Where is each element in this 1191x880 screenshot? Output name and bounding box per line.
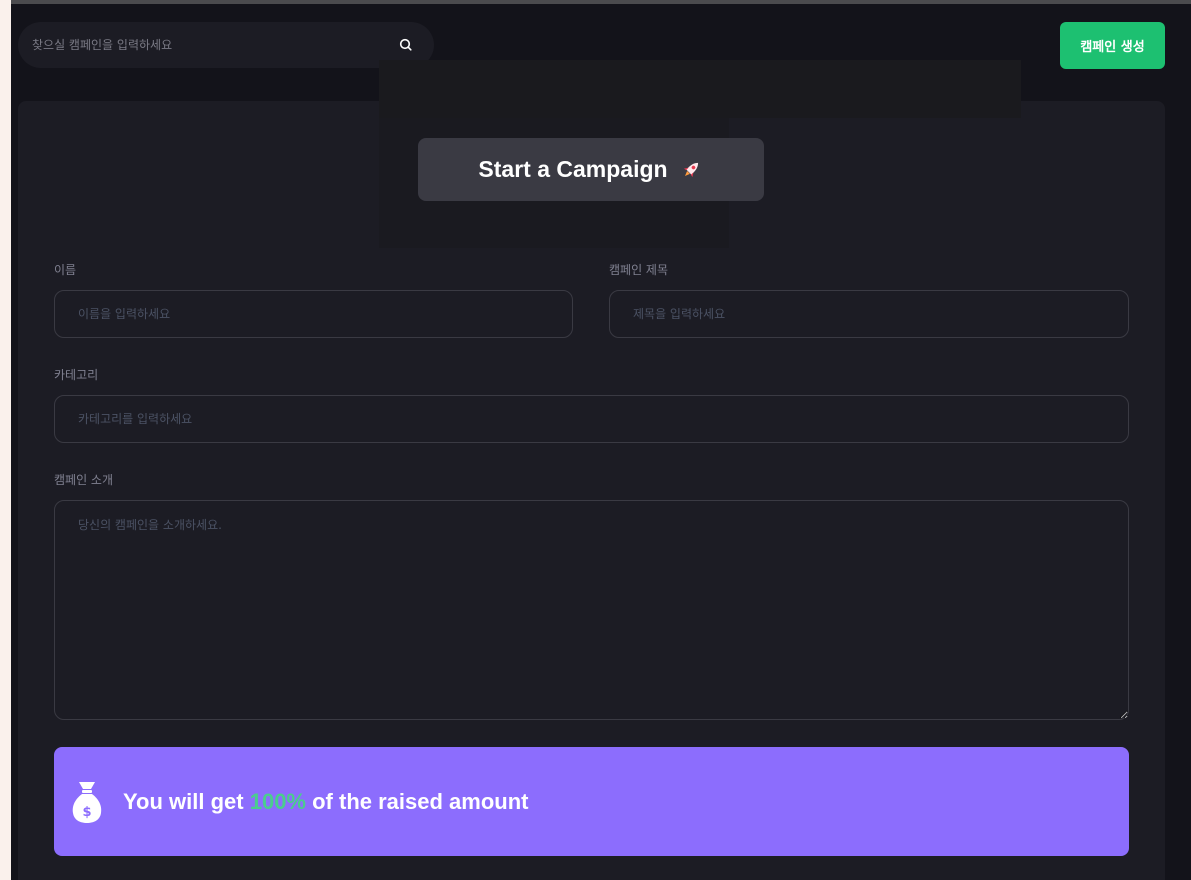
app-window: 캠페인 생성 Start a Campaign 이름 캠페인 제목 카테고리 캠… [11,0,1191,880]
payout-banner: $ You will get 100% of the raised amount [54,747,1129,856]
banner-percent: 100% [249,788,306,814]
category-input[interactable] [54,395,1129,443]
category-label: 카테고리 [54,368,99,382]
svg-text:$: $ [82,805,91,820]
name-label: 이름 [54,263,77,277]
form-title-text: Start a Campaign [478,156,668,182]
create-campaign-button[interactable]: 캠페인 생성 [1060,22,1165,69]
window-top-border [11,0,1191,4]
payout-banner-text: You will get 100% of the raised amount [123,747,528,856]
rocket-icon [683,162,698,177]
description-label: 캠페인 소개 [54,473,114,487]
campaign-title-input[interactable] [609,290,1129,338]
search-input[interactable] [32,22,392,68]
money-bag-icon: $ [72,782,102,823]
campaign-title-label: 캠페인 제목 [609,263,669,277]
banner-text-before: You will get [123,788,250,814]
banner-text-after: of the raised amount [306,788,529,814]
name-input[interactable] [54,290,573,338]
description-textarea[interactable] [54,500,1129,720]
form-title: Start a Campaign [418,138,764,201]
search-icon [399,38,412,51]
overlay-artifact [379,60,1021,118]
page-background: { "search": { "placeholder": "찾으실 캠페인을 입… [0,0,1191,880]
search-button[interactable] [396,35,416,55]
search-bar [18,22,434,68]
